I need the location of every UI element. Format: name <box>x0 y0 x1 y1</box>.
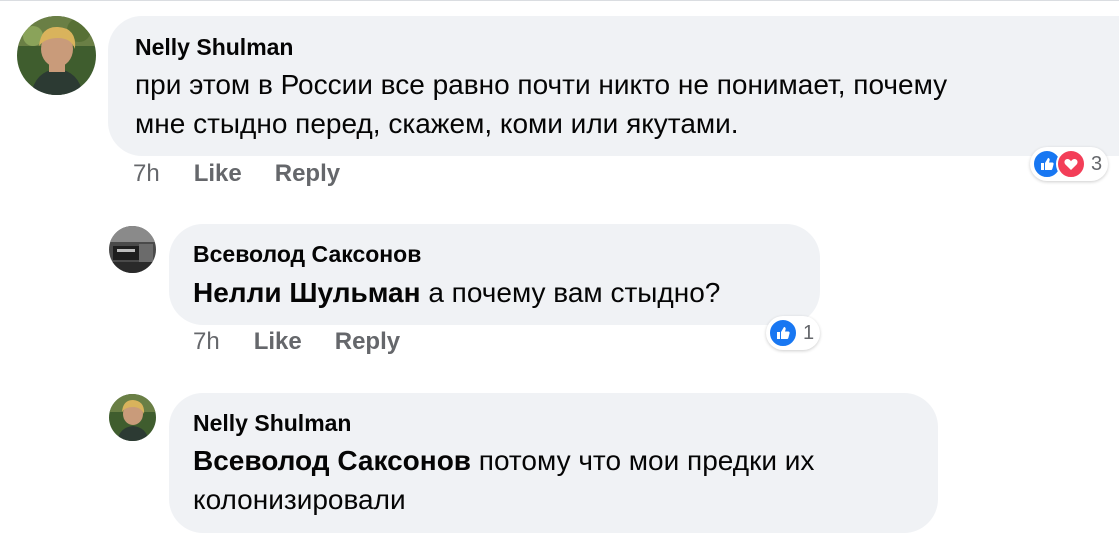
comment-timestamp[interactable]: 7h <box>133 160 160 188</box>
comment-text: при этом в России все равно почти никто … <box>135 65 1119 143</box>
comment-author[interactable]: Nelly Shulman <box>193 410 938 437</box>
reaction-summary[interactable]: 3 <box>1030 147 1109 181</box>
comment-author[interactable]: Всеволод Саксонов <box>193 241 820 268</box>
divider <box>0 0 1119 1</box>
reaction-summary[interactable]: 1 <box>766 316 821 350</box>
like-button[interactable]: Like <box>254 328 302 356</box>
comment-text-line: колонизировали <box>193 484 406 515</box>
comment-text-line: мне стыдно перед, скажем, коми или якута… <box>135 108 739 139</box>
comment-text: Нелли Шульман а почему вам стыдно? <box>193 273 820 312</box>
reply-button[interactable]: Reply <box>275 160 340 188</box>
comment-bubble: Всеволод Саксонов Нелли Шульман а почему… <box>169 224 820 325</box>
like-button[interactable]: Like <box>194 160 242 188</box>
reaction-count: 1 <box>803 321 815 344</box>
comment-text-line: потому что мои предки их <box>478 445 815 476</box>
avatar[interactable] <box>109 394 156 441</box>
comment-text-line: а почему вам стыдно? <box>428 277 721 308</box>
mention-link[interactable]: Нелли Шульман <box>193 277 421 308</box>
avatar[interactable] <box>109 226 156 273</box>
comment-text-line: при этом в России все равно почти никто … <box>135 69 948 100</box>
comment-author[interactable]: Nelly Shulman <box>135 34 1119 61</box>
love-icon <box>1056 149 1086 179</box>
comment-bubble: Nelly Shulman Всеволод Саксонов потому ч… <box>169 393 938 533</box>
comment-actions: 7h Like Reply <box>133 160 373 188</box>
comment-timestamp[interactable]: 7h <box>193 328 220 356</box>
like-icon <box>768 318 798 348</box>
avatar[interactable] <box>17 16 96 95</box>
comment-bubble: Nelly Shulman при этом в России все равн… <box>108 16 1119 156</box>
comment-actions: 7h Like Reply <box>193 328 433 356</box>
mention-link[interactable]: Всеволод Саксонов <box>193 445 471 476</box>
reply-button[interactable]: Reply <box>335 328 400 356</box>
reaction-count: 3 <box>1091 152 1103 175</box>
comment-text: Всеволод Саксонов потому что мои предки … <box>193 441 938 519</box>
